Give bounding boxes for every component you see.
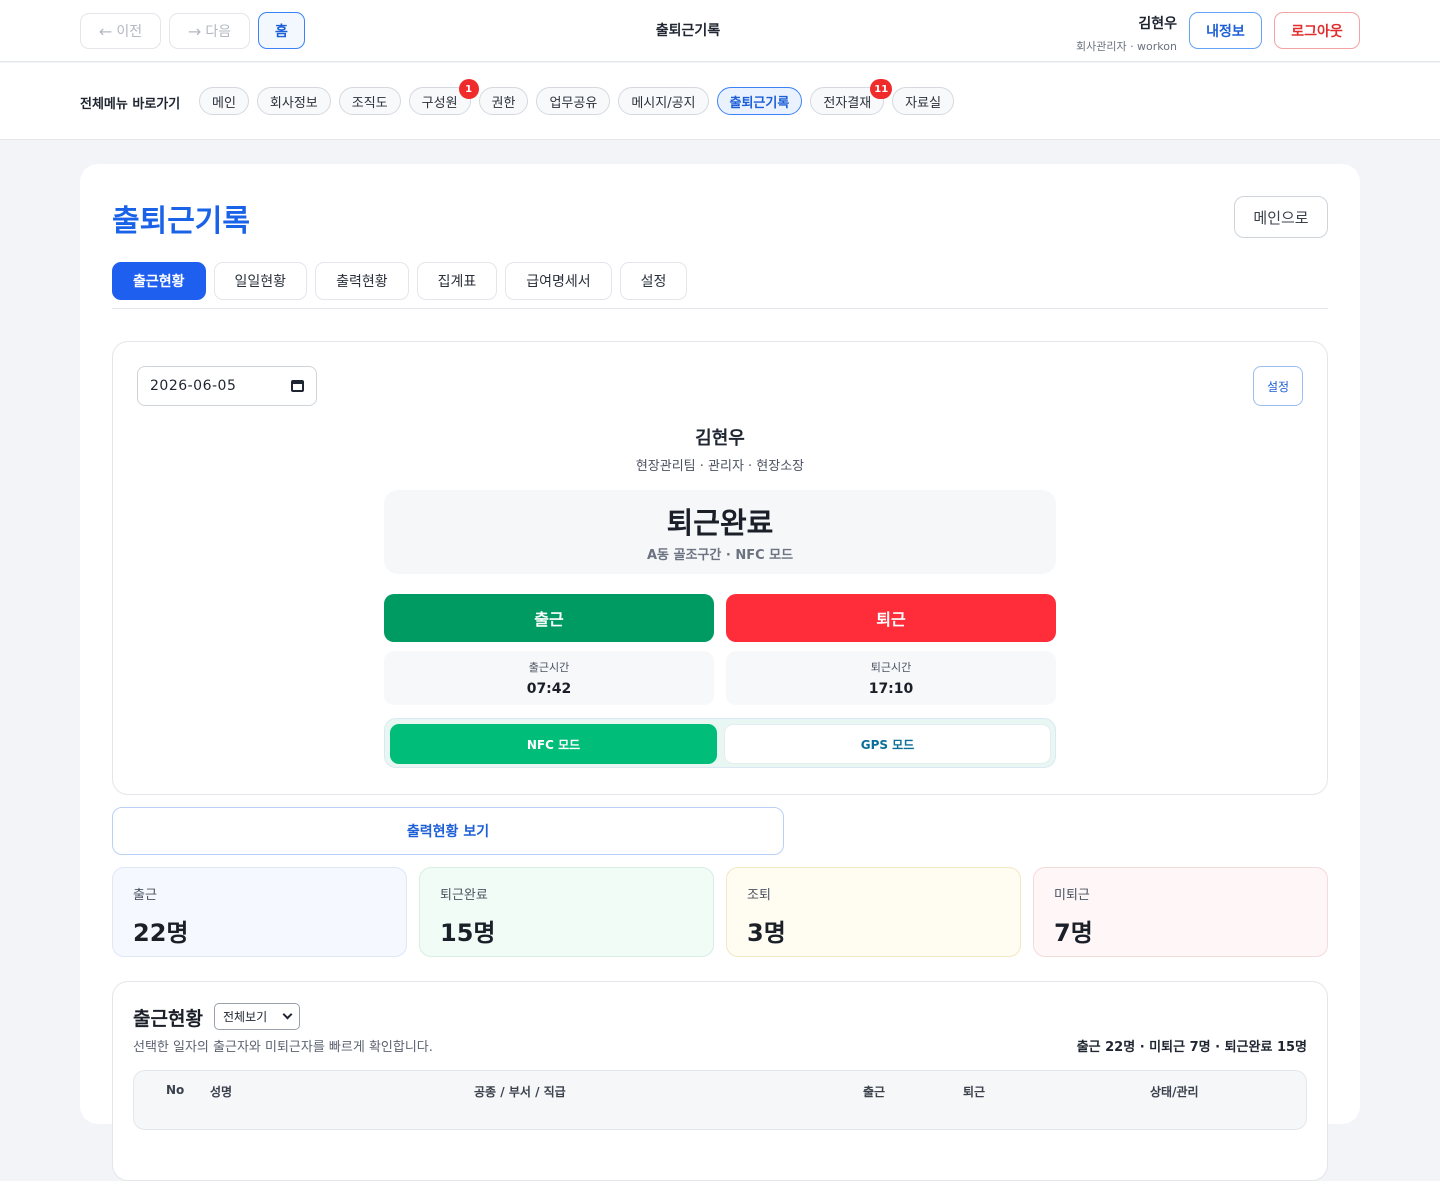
column-header: 상태/관리 bbox=[1150, 1085, 1199, 1099]
stat-value: 3명 bbox=[747, 919, 786, 947]
menu-item-members[interactable]: 구성원 1 bbox=[408, 79, 479, 115]
stat-value: 15명 bbox=[440, 919, 496, 947]
table-header: No 성명 공종 / 부서 / 직급 출근 퇴근 상태/관리 bbox=[133, 1070, 1307, 1130]
notification-badge: 1 bbox=[458, 79, 479, 99]
tab-attendance-status[interactable]: 출근현황 bbox=[112, 262, 206, 300]
menu-label: 전체메뉴 바로가기 bbox=[80, 97, 181, 112]
attendance-status: 퇴근완료 bbox=[666, 506, 774, 540]
list-description: 선택한 일자의 출근자와 미퇴근자를 빠르게 확인합니다. bbox=[133, 1040, 433, 1055]
stat-value: 22명 bbox=[133, 919, 189, 947]
header-title: 출퇴근기록 bbox=[655, 23, 721, 39]
menu-chips: 메인 회사정보 조직도 구성원 1 권한 업무공유 메시지/공지 출퇴근기록 전자… bbox=[199, 79, 955, 115]
my-info-button[interactable]: 내정보 bbox=[1189, 12, 1262, 49]
menu-item-approval[interactable]: 전자결재 11 bbox=[810, 79, 893, 115]
next-label: 다음 bbox=[205, 24, 232, 40]
tab-payslip[interactable]: 급여명세서 bbox=[505, 262, 612, 300]
logout-button[interactable]: 로그아웃 bbox=[1274, 12, 1360, 49]
attendance-settings-button[interactable]: 설정 bbox=[1253, 366, 1303, 406]
menu-item-label: 자료실 bbox=[905, 95, 942, 111]
column-header: No bbox=[166, 1083, 185, 1097]
attendance-panel: 2026-06-05 설정 김현우 현장관리팀 · 관리자 · 현장소장 퇴근완… bbox=[112, 341, 1328, 795]
tab-settings[interactable]: 설정 bbox=[619, 262, 688, 300]
menu-item-archive[interactable]: 자료실 bbox=[892, 87, 955, 115]
clock-out-time: 17:10 bbox=[868, 681, 914, 697]
menu-item-permissions[interactable]: 권한 bbox=[478, 87, 529, 115]
date-input[interactable]: 2026-06-05 bbox=[137, 366, 317, 406]
menu-item-label: 메인 bbox=[212, 95, 236, 111]
prev-button[interactable]: ← 이전 bbox=[80, 13, 161, 49]
mode-toggle: NFC 모드 GPS 모드 bbox=[384, 718, 1056, 768]
menu-item-org-chart[interactable]: 조직도 bbox=[338, 87, 401, 115]
tab-bar: 출근현황 일일현황 출력현황 집계표 급여명세서 설정 bbox=[112, 262, 688, 300]
menu-item-company-info[interactable]: 회사정보 bbox=[256, 87, 331, 115]
top-bar: ← 이전 → 다음 홈 출퇴근기록 김현우 회사관리자 · workon 내정보… bbox=[0, 0, 1440, 62]
attendance-location: A동 골조구간 · NFC 모드 bbox=[646, 548, 794, 563]
page-title: 출퇴근기록 bbox=[112, 204, 250, 239]
menu-bar: 전체메뉴 바로가기 메인 회사정보 조직도 구성원 1 권한 업무공유 메시지/공… bbox=[0, 63, 1440, 140]
menu-item-label: 권한 bbox=[491, 95, 516, 111]
nfc-mode-button[interactable]: NFC 모드 bbox=[390, 724, 717, 764]
menu-item-label: 메시지/공지 bbox=[631, 95, 696, 111]
gps-mode-button[interactable]: GPS 모드 bbox=[724, 724, 1051, 764]
clock-out-time-label: 퇴근시간 bbox=[870, 661, 912, 674]
prev-label: 이전 bbox=[116, 24, 143, 40]
stat-value: 7명 bbox=[1054, 919, 1093, 947]
attendance-list-card: 출근현황 전체보기 선택한 일자의 출근자와 미퇴근자를 빠르게 확인합니다. … bbox=[112, 981, 1328, 1181]
stat-clocked-out: 퇴근완료 15명 bbox=[419, 867, 714, 957]
stat-early-leave: 조퇴 3명 bbox=[726, 867, 1021, 957]
employee-name: 김현우 bbox=[695, 428, 745, 449]
clock-in-time-box: 출근시간 07:42 bbox=[384, 651, 714, 705]
home-button[interactable]: 홈 bbox=[258, 12, 305, 49]
calendar-icon[interactable] bbox=[291, 380, 304, 392]
column-header: 공종 / 부서 / 직급 bbox=[474, 1085, 566, 1099]
list-title: 출근현황 bbox=[133, 1008, 203, 1030]
employee-details: 현장관리팀 · 관리자 · 현장소장 bbox=[635, 459, 805, 474]
user-info: 김현우 회사관리자 · workon bbox=[1076, 13, 1177, 54]
menu-item-label: 전자결재 bbox=[823, 95, 872, 111]
stat-label: 퇴근완료 bbox=[440, 888, 488, 903]
column-header: 퇴근 bbox=[963, 1085, 986, 1099]
column-header: 출근 bbox=[863, 1085, 886, 1099]
date-value: 2026-06-05 bbox=[150, 378, 237, 394]
menu-item-label: 출퇴근기록 bbox=[729, 95, 790, 111]
menu-item-label: 업무공유 bbox=[549, 95, 598, 111]
menu-item-label: 조직도 bbox=[351, 95, 388, 111]
menu-item-label: 회사정보 bbox=[269, 95, 318, 111]
stat-label: 조퇴 bbox=[747, 888, 771, 903]
list-summary: 출근 22명 · 미퇴근 7명 · 퇴근완료 15명 bbox=[1076, 1040, 1307, 1055]
arrow-left-icon: ← bbox=[98, 21, 113, 41]
view-report-button[interactable]: 출력현황 보기 bbox=[112, 807, 784, 855]
column-header: 성명 bbox=[210, 1085, 233, 1099]
stat-label: 미퇴근 bbox=[1054, 888, 1090, 903]
menu-item-attendance[interactable]: 출퇴근기록 bbox=[716, 87, 803, 115]
next-button[interactable]: → 다음 bbox=[169, 13, 250, 49]
filter-selected: 전체보기 bbox=[223, 1010, 268, 1024]
chevron-down-icon bbox=[282, 1009, 293, 1020]
clock-in-time-label: 출근시간 bbox=[528, 661, 570, 674]
status-box: 퇴근완료 A동 골조구간 · NFC 모드 bbox=[384, 490, 1056, 574]
tab-summary-table[interactable]: 집계표 bbox=[416, 262, 498, 300]
menu-item-messages[interactable]: 메시지/공지 bbox=[618, 87, 709, 115]
stat-clock-in: 출근 22명 bbox=[112, 867, 407, 957]
menu-item-main[interactable]: 메인 bbox=[199, 87, 249, 115]
menu-item-label: 구성원 bbox=[421, 95, 458, 111]
to-main-button[interactable]: 메인으로 bbox=[1234, 196, 1328, 238]
main-card: 출퇴근기록 메인으로 출근현황 일일현황 출력현황 집계표 급여명세서 설정 2… bbox=[80, 164, 1360, 1181]
user-name: 김현우 bbox=[1138, 16, 1177, 32]
stat-not-clocked-out: 미퇴근 7명 bbox=[1033, 867, 1328, 957]
clock-out-time-box: 퇴근시간 17:10 bbox=[726, 651, 1056, 705]
menu-item-work-share[interactable]: 업무공유 bbox=[536, 87, 611, 115]
clock-out-button[interactable]: 퇴근 bbox=[726, 594, 1056, 642]
user-role: 회사관리자 · workon bbox=[1075, 40, 1177, 53]
tab-print-status[interactable]: 출력현황 bbox=[315, 262, 409, 300]
tab-divider bbox=[112, 308, 1328, 309]
list-filter-select[interactable]: 전체보기 bbox=[214, 1003, 300, 1030]
clock-in-button[interactable]: 출근 bbox=[384, 594, 714, 642]
clock-in-time: 07:42 bbox=[526, 681, 572, 697]
notification-badge: 11 bbox=[870, 79, 893, 99]
tab-daily-status[interactable]: 일일현황 bbox=[213, 262, 308, 300]
stat-label: 출근 bbox=[133, 888, 157, 903]
arrow-right-icon: → bbox=[187, 21, 202, 41]
